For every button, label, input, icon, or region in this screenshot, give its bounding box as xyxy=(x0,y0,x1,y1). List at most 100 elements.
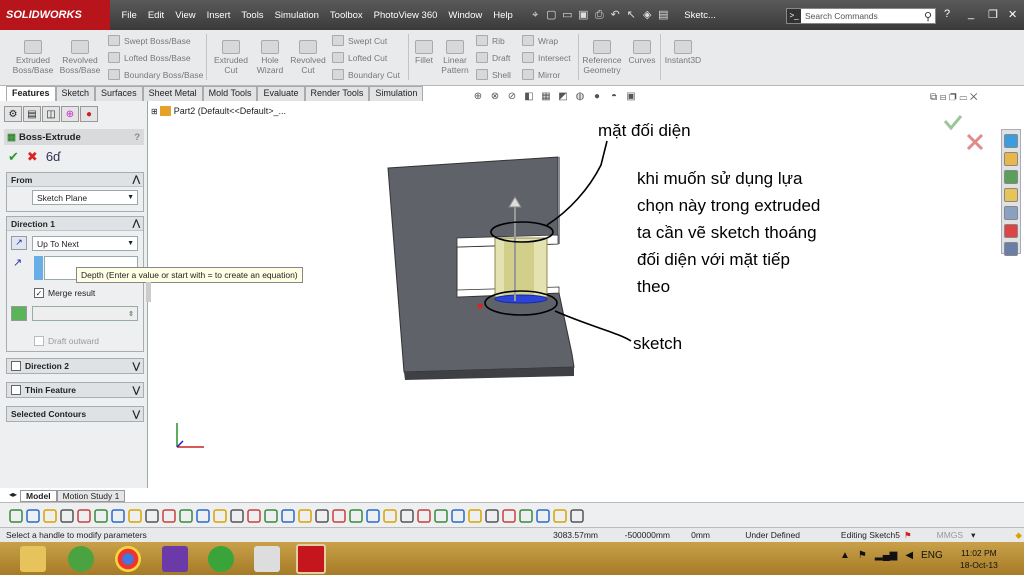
menu-window[interactable]: Window xyxy=(443,10,488,21)
unit-dropdown-icon[interactable]: ▾ xyxy=(971,530,975,541)
view-palette-icon[interactable] xyxy=(1004,206,1018,220)
tab-features[interactable]: Features xyxy=(6,86,56,101)
from-select[interactable]: Sketch Plane ▼ xyxy=(32,190,138,205)
configuration-manager-icon[interactable]: ◫ xyxy=(42,106,60,122)
file-explorer-taskbar-icon[interactable] xyxy=(20,546,46,572)
sketch-tool-icon[interactable] xyxy=(77,509,91,523)
sketch-tool-icon[interactable] xyxy=(400,509,414,523)
panel-collapse-handle[interactable] xyxy=(146,282,151,302)
group-direction-2-header[interactable]: Direction 2 ⋁ xyxy=(7,359,143,373)
tab-model[interactable]: Model xyxy=(20,490,57,502)
checkbox-icon[interactable] xyxy=(34,336,44,346)
appearances-icon[interactable] xyxy=(1004,224,1018,238)
flag-icon[interactable]: ⚑ xyxy=(858,550,867,561)
reverse-direction-icon[interactable]: ↗ xyxy=(11,236,27,250)
draft-outward-checkbox[interactable]: Draft outward xyxy=(34,336,99,346)
restore-button[interactable]: ❐ xyxy=(988,8,998,21)
wrap-button[interactable]: Wrap xyxy=(522,33,558,48)
close-button[interactable]: ✕ xyxy=(1008,8,1017,21)
sketch-tool-icon[interactable] xyxy=(43,509,57,523)
collapse-icon[interactable]: ⋀ xyxy=(133,174,140,185)
curves-button[interactable]: Curves xyxy=(626,38,658,65)
select-icon[interactable]: ↖ xyxy=(624,8,638,22)
sketch-tool-icon[interactable] xyxy=(94,509,108,523)
help-button[interactable]: ? xyxy=(134,132,140,143)
sketch-tool-icon[interactable] xyxy=(519,509,533,523)
chrome-taskbar-icon[interactable] xyxy=(115,546,141,572)
expand-icon[interactable]: ⋁ xyxy=(133,385,140,396)
sketch-tool-icon[interactable] xyxy=(349,509,363,523)
solidworks-logo[interactable]: SOLIDWORKS xyxy=(0,0,110,30)
spinner-icon[interactable]: ⇳ xyxy=(128,310,134,318)
save-icon[interactable]: ▣ xyxy=(576,8,590,22)
tab-mold-tools[interactable]: Mold Tools xyxy=(202,86,258,101)
mirror-button[interactable]: Mirror xyxy=(522,67,560,82)
search-input[interactable]: Search Commands xyxy=(805,11,924,21)
draft-button[interactable]: Draft xyxy=(476,50,510,65)
volume-icon[interactable]: ◀ xyxy=(905,550,913,561)
hole-wizard-button[interactable]: Hole Wizard xyxy=(252,38,288,75)
merge-result-checkbox[interactable]: ✓ Merge result xyxy=(34,288,95,298)
sketch-tool-icon[interactable] xyxy=(264,509,278,523)
sketch-tool-icon[interactable] xyxy=(247,509,261,523)
tab-sheet-metal[interactable]: Sheet Metal xyxy=(142,86,203,101)
sketch-tool-icon[interactable] xyxy=(332,509,346,523)
custom-properties-icon[interactable] xyxy=(1004,242,1018,256)
sketch-tool-icon[interactable] xyxy=(468,509,482,523)
draft-icon[interactable] xyxy=(11,306,27,321)
sketch-tool-icon[interactable] xyxy=(213,509,227,523)
clock[interactable]: 11:02 PM 18-Oct-13 xyxy=(960,547,998,571)
quick-tips-icon[interactable]: ◆ xyxy=(1015,530,1022,541)
fillet-button[interactable]: Fillet xyxy=(410,38,438,65)
reference-geometry-button[interactable]: Reference Geometry xyxy=(580,38,624,75)
app-taskbar-icon[interactable] xyxy=(68,546,94,572)
tray-arrow-icon[interactable]: ▲ xyxy=(840,550,850,561)
dimxpert-icon[interactable]: ⊕ xyxy=(61,106,79,122)
sketch-tool-icon[interactable] xyxy=(281,509,295,523)
sketch-tool-icon[interactable] xyxy=(366,509,380,523)
sketch-tool-icon[interactable] xyxy=(485,509,499,523)
group-thin-header[interactable]: Thin Feature ⋁ xyxy=(7,383,143,397)
design-library-icon[interactable] xyxy=(1004,152,1018,166)
group-direction-1-header[interactable]: Direction 1 ⋀ xyxy=(7,217,143,231)
sketch-tool-icon[interactable] xyxy=(162,509,176,523)
menu-insert[interactable]: Insert xyxy=(201,10,236,21)
minimize-button[interactable]: _ xyxy=(968,8,974,20)
menu-view[interactable]: View xyxy=(170,10,201,21)
sketch-tool-icon[interactable] xyxy=(451,509,465,523)
new-icon[interactable]: ▢ xyxy=(544,8,558,22)
utorrent-taskbar-icon[interactable] xyxy=(208,546,234,572)
search-commands-box[interactable]: >_ Search Commands ⚲ xyxy=(786,8,936,24)
tab-simulation[interactable]: Simulation xyxy=(369,86,424,101)
network-icon[interactable]: ▂▄▆ xyxy=(875,550,897,561)
help-icon[interactable]: ? xyxy=(944,8,950,20)
menu-edit[interactable]: Edit xyxy=(142,10,169,21)
checkbox-checked-icon[interactable]: ✓ xyxy=(34,288,44,298)
group-direction-2[interactable]: Direction 2 ⋁ xyxy=(6,358,144,374)
menu-tools[interactable]: Tools xyxy=(236,10,269,21)
sketch-tool-icon[interactable] xyxy=(298,509,312,523)
print-icon[interactable]: ⎙ xyxy=(592,8,606,22)
group-selected-contours[interactable]: Selected Contours ⋁ xyxy=(6,406,144,422)
sketch-tool-icon[interactable] xyxy=(196,509,210,523)
group-thin-feature[interactable]: Thin Feature ⋁ xyxy=(6,382,144,398)
swept-boss-button[interactable]: Swept Boss/Base xyxy=(108,33,191,48)
revolved-boss-button[interactable]: Revolved Boss/Base xyxy=(58,38,102,75)
cancel-corner-icon[interactable] xyxy=(966,133,984,151)
cancel-x-icon[interactable]: ✖ xyxy=(27,149,38,165)
expand-icon[interactable]: ⋁ xyxy=(133,361,140,372)
sketch-tool-icon[interactable] xyxy=(315,509,329,523)
sketch-tool-icon[interactable] xyxy=(9,509,23,523)
boundary-boss-button[interactable]: Boundary Boss/Base xyxy=(108,67,203,82)
units-label[interactable]: MMGS xyxy=(937,530,963,540)
end-condition-select[interactable]: Up To Next ▼ xyxy=(32,236,138,251)
extruded-cut-button[interactable]: Extruded Cut xyxy=(210,38,252,75)
menu-file[interactable]: File xyxy=(116,10,142,21)
sketch-tool-icon[interactable] xyxy=(111,509,125,523)
intersect-button[interactable]: Intersect xyxy=(522,50,571,65)
boundary-cut-button[interactable]: Boundary Cut xyxy=(332,67,400,82)
property-manager-icon[interactable]: ▤ xyxy=(23,106,41,122)
sketch-tool-icon[interactable] xyxy=(570,509,584,523)
linear-pattern-button[interactable]: Linear Pattern xyxy=(438,38,472,75)
sketch-tool-icon[interactable] xyxy=(383,509,397,523)
